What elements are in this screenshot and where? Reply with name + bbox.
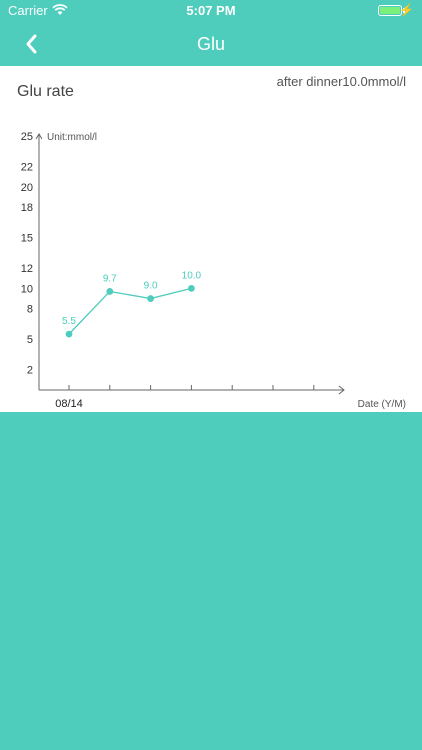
data-point (188, 285, 195, 292)
data-label: 9.7 (103, 273, 117, 284)
y-tick-label: 2 (27, 365, 33, 377)
x-tick-label: 08/14 (55, 398, 83, 410)
y-tick-label: 15 (21, 233, 33, 245)
y-tick-label: 5 (27, 334, 33, 346)
y-tick-label: 25 (21, 131, 33, 143)
charging-icon: ⚡ (399, 3, 414, 17)
data-label: 5.5 (62, 316, 76, 327)
data-point (147, 295, 155, 302)
y-tick-label: 18 (21, 202, 33, 214)
glucose-card: Glu rate after dinner10.0mmol/l 2 5 8 10 12 1… (0, 66, 422, 412)
navigation-bar: Glu (0, 22, 422, 66)
y-tick-label: 10 (21, 283, 33, 295)
y-tick-label: 20 (21, 182, 33, 194)
y-tick-label: 8 (27, 304, 33, 316)
bottom-area (0, 412, 422, 750)
data-point (106, 288, 114, 295)
data-point (65, 330, 73, 338)
status-bar: Carrier 5:07 PM ⚡ (0, 0, 422, 22)
data-label: 9.0 (144, 281, 158, 292)
y-tick-label: 22 (21, 161, 33, 173)
glucose-line-chart: 25810121518202225 Unit:mmol/l08/14 Date (Y… (21, 131, 406, 410)
y-axis-label: Unit:mmol/l (47, 132, 97, 143)
series-line (68, 287, 192, 335)
x-axis-label: Date (Y/M) (358, 399, 406, 410)
status-time: 5:07 PM (186, 3, 236, 18)
page-title: Glu (196, 34, 225, 54)
data-label: 10.0 (182, 270, 202, 281)
y-tick-label: 12 (21, 263, 33, 275)
